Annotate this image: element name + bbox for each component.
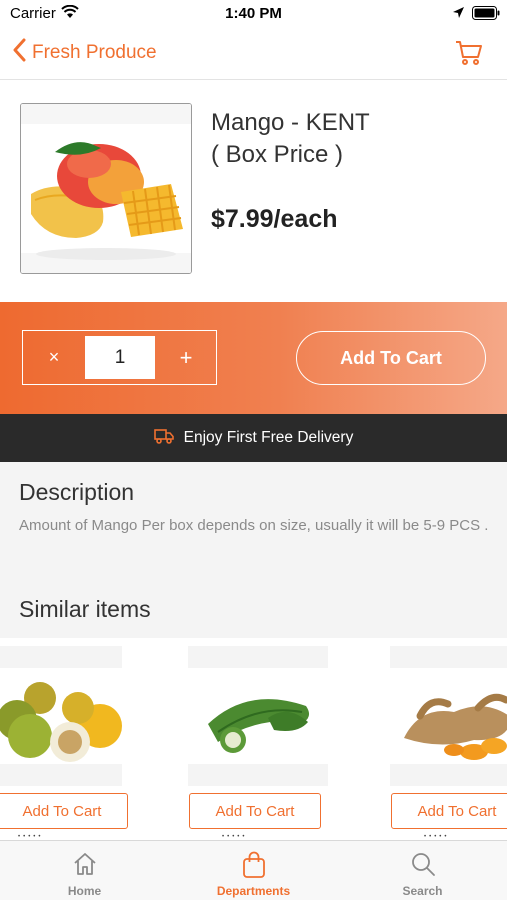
purchase-band: × + Add To Cart [0,302,507,414]
similar-item-card[interactable]: Add To Cart ••••• [390,638,507,840]
similar-item-card[interactable]: Add To Cart ••••• [0,638,128,840]
tab-departments[interactable]: Departments [169,841,338,900]
clock: 1:40 PM [225,5,282,22]
chevron-left-icon [12,38,26,68]
product-name-line-1: Mango - KENT [211,109,370,136]
similar-item-add-to-cart-button[interactable]: Add To Cart [0,793,128,829]
passion-fruit-image [0,646,122,786]
delivery-truck-icon [153,428,174,449]
quantity-input[interactable] [85,336,155,379]
tab-home[interactable]: Home [0,841,169,900]
tab-home-label: Home [67,884,102,898]
description-text: Amount of Mango Per box depends on size,… [19,517,489,534]
battery-icon [472,6,500,25]
add-to-cart-button[interactable]: Add To Cart [296,331,486,385]
tab-search[interactable]: Search [338,841,507,900]
navigation-bar: Fresh Produce [0,28,507,80]
product-name: Mango - KENT ( Box Price ) [211,107,370,171]
back-button[interactable]: Fresh Produce [12,38,157,68]
tab-bar: Home Departments Search [0,840,507,900]
description-title: Description [19,479,135,505]
similar-item-add-to-cart-button[interactable]: Add To Cart [189,793,321,829]
product-name-line-2: ( Box Price ) [211,141,344,168]
tab-departments-label: Departments [216,884,291,898]
bitter-melon-image [188,646,328,786]
search-icon [410,851,436,882]
location-arrow-icon [452,6,465,24]
description-section: Description Amount of Mango Per box depe… [0,462,507,638]
delivery-banner: Enjoy First Free Delivery [0,414,507,462]
similar-item-card[interactable]: Add To Cart ••••• [188,638,328,840]
quantity-stepper: × + [22,330,217,385]
home-icon [72,851,98,882]
shopping-bag-icon [241,851,267,884]
increase-quantity-button[interactable]: + [156,331,216,384]
tab-search-label: Search [402,884,443,898]
similar-item-add-to-cart-button[interactable]: Add To Cart [391,793,507,829]
turmeric-root-image [390,646,507,786]
product-price: $7.99/each [211,205,338,233]
cart-icon[interactable] [455,40,483,71]
product-header: Mango - KENT ( Box Price ) $7.99/each [0,80,507,302]
delivery-text: Enjoy First Free Delivery [183,429,354,446]
mango-image [20,103,192,274]
back-label: Fresh Produce [32,42,157,63]
decrease-quantity-button[interactable]: × [23,331,85,384]
similar-items-carousel[interactable]: Add To Cart ••••• Add To Cart ••••• Add … [0,638,507,840]
similar-items-title: Similar items [19,596,151,622]
status-bar: Carrier 1:40 PM [0,0,507,28]
